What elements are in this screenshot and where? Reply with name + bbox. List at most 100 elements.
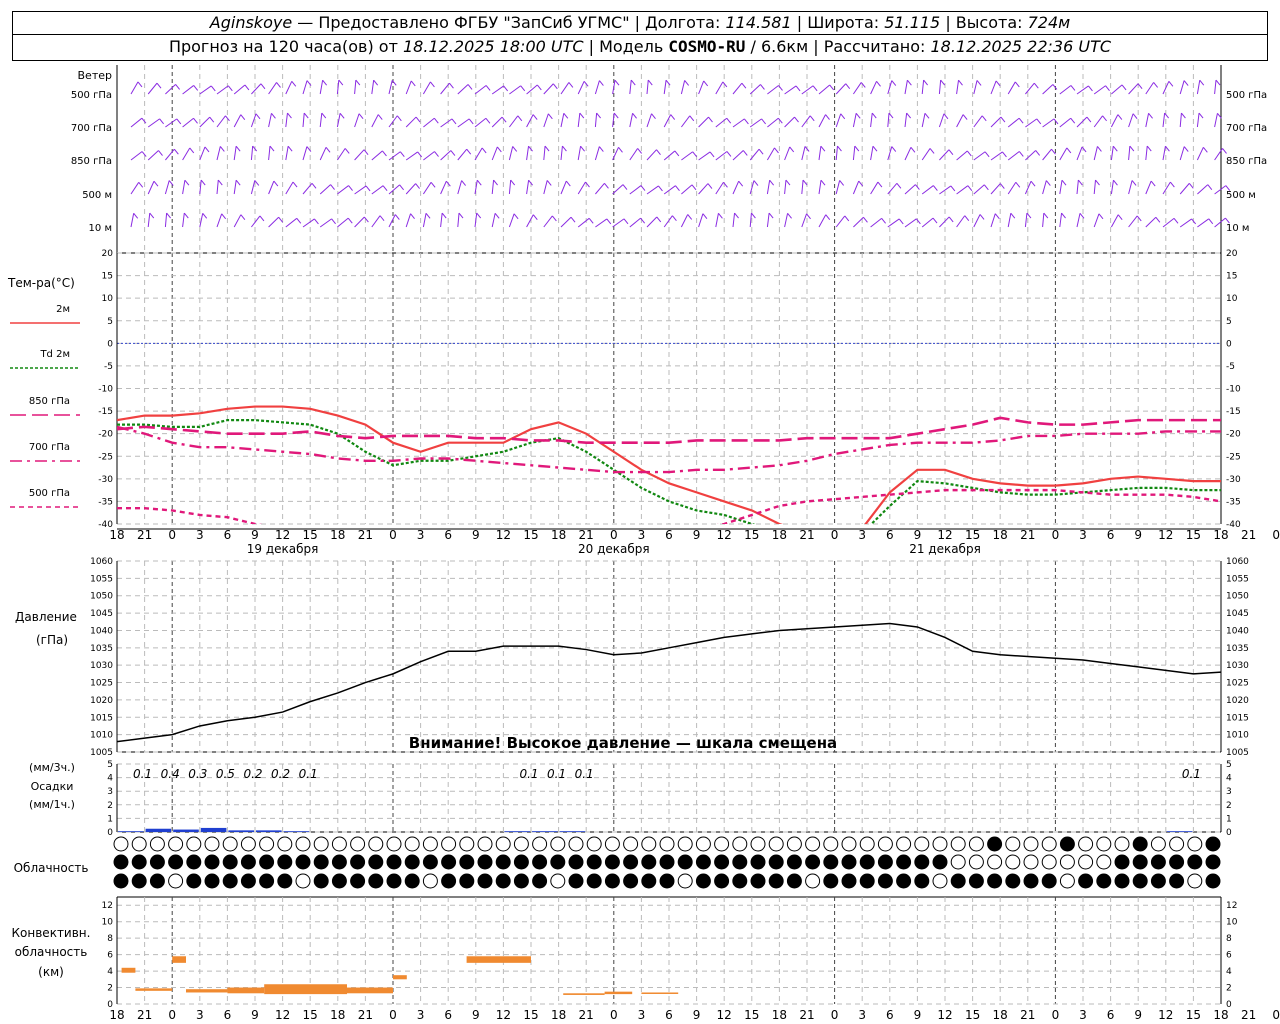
wind-barb (1059, 85, 1072, 95)
cloud-symbol (550, 836, 566, 852)
hour-tick-label-bottom: 3 (638, 1008, 646, 1022)
wind-barb-feather (200, 179, 206, 186)
temp-tick-label: -10 (98, 385, 113, 395)
cloud-symbol (1187, 873, 1203, 889)
convective-title-2: облачность (15, 945, 88, 959)
pressure-tick-label-right: 1025 (1226, 679, 1249, 689)
wind-barb (199, 116, 211, 128)
hour-tick-label-bottom: 12 (275, 1008, 290, 1022)
wind-barb-feather (1088, 85, 1093, 92)
wind-barb-feather (1070, 117, 1076, 124)
wind-barb (319, 147, 327, 161)
wind-barb (371, 150, 383, 161)
wind-barb (182, 213, 185, 228)
wind-barb-feather (562, 145, 567, 152)
wind-barb (440, 118, 453, 128)
cloud-symbol (914, 836, 930, 852)
wind-barb-feather (1131, 180, 1137, 186)
hour-tick-label-bottom: 12 (717, 1008, 732, 1022)
wind-barb-feather (468, 118, 474, 125)
wind-barb (646, 113, 652, 128)
wind-barb (302, 146, 308, 161)
wind-barb-feather (630, 79, 636, 86)
hour-tick-label: 6 (224, 528, 232, 542)
wind-barb (1179, 146, 1185, 161)
cloud-symbol (404, 873, 420, 889)
wind-barb-feather (485, 85, 491, 91)
cloud-symbol (714, 873, 730, 889)
pressure-tick-label: 1020 (90, 696, 113, 706)
wind-barb (233, 146, 237, 161)
convective-tick-label-right: 4 (1226, 967, 1232, 977)
wind-barb (182, 180, 186, 195)
wind-barb-feather (958, 79, 963, 86)
cloud-symbol (131, 836, 147, 852)
cloud-symbol (750, 873, 766, 889)
wind-barb-feather (906, 79, 912, 86)
wind-barb (818, 214, 827, 228)
wind-barb-feather (1061, 179, 1067, 186)
wind-barb (577, 181, 586, 195)
wind-barb (715, 81, 724, 95)
wind-barb-feather (839, 180, 845, 186)
wind-barb (577, 113, 581, 128)
wind-barb-feather (451, 118, 457, 125)
wind-barb (1042, 148, 1052, 161)
convective-segment (186, 989, 228, 993)
wind-barb-feather (1207, 184, 1213, 190)
wind-barb (646, 216, 658, 228)
wind-barb-feather (425, 212, 431, 219)
cloud-symbol (786, 854, 802, 870)
wind-barb (508, 180, 512, 195)
cloud-symbol (295, 873, 311, 889)
convective-tick-label-right: 2 (1226, 984, 1232, 994)
wind-barb (767, 117, 779, 128)
wind-level-label-right: 10 м (1226, 223, 1249, 234)
wind-barb-feather (981, 115, 987, 122)
wind-barb (852, 113, 857, 128)
wind-barb-feather (176, 118, 182, 125)
precip-tick-label: 1 (107, 814, 113, 824)
wind-barb-feather (520, 85, 526, 92)
wind-barb-feather (906, 112, 912, 119)
wind-barb-feather (596, 112, 602, 119)
cloud-symbol (113, 873, 129, 889)
wind-barb (474, 85, 487, 95)
wind-barb-feather (1098, 213, 1104, 220)
wind-barb-feather (221, 213, 227, 220)
cloud-symbol (1169, 836, 1185, 852)
wind-barb (1145, 180, 1152, 195)
hour-tick-label: 3 (638, 528, 646, 542)
wind-barb-feather (1045, 180, 1051, 186)
wind-barb (251, 215, 261, 228)
wind-barb (732, 150, 744, 161)
wind-barb-feather (675, 185, 680, 192)
wind-barb-feather (967, 185, 973, 191)
hour-tick-label-bottom: 0 (168, 1008, 176, 1022)
hour-tick-label-bottom: 18 (109, 1008, 124, 1022)
cloud-symbol (859, 836, 875, 852)
wind-barb-feather (966, 150, 972, 157)
cloud-symbol (313, 873, 329, 889)
wind-barb (1145, 146, 1148, 161)
wind-barb (973, 151, 986, 161)
temp-legend-label: 850 гПа (29, 396, 70, 407)
wind-barb-feather (259, 215, 265, 222)
wind-barb-feather (347, 217, 353, 224)
wind-barb-feather (687, 214, 693, 220)
wind-barb (1162, 113, 1166, 128)
wind-barb-feather (417, 151, 423, 158)
cloud-symbol (277, 873, 293, 889)
wind-barb-feather (689, 115, 695, 122)
wind-barb-feather (348, 185, 353, 191)
pressure-tick-label: 1015 (90, 713, 113, 723)
wind-barb-feather (536, 84, 542, 91)
wind-barb (319, 218, 332, 228)
cloud-symbol (1041, 836, 1057, 852)
wind-barb-feather (1181, 112, 1186, 119)
temp-tick-label-right: -15 (1226, 407, 1241, 417)
wind-barb (457, 213, 460, 228)
wind-level-label-right: 850 гПа (1226, 156, 1267, 167)
precip-value-label: 0.1 (1182, 767, 1201, 781)
cloud-symbol (604, 854, 620, 870)
